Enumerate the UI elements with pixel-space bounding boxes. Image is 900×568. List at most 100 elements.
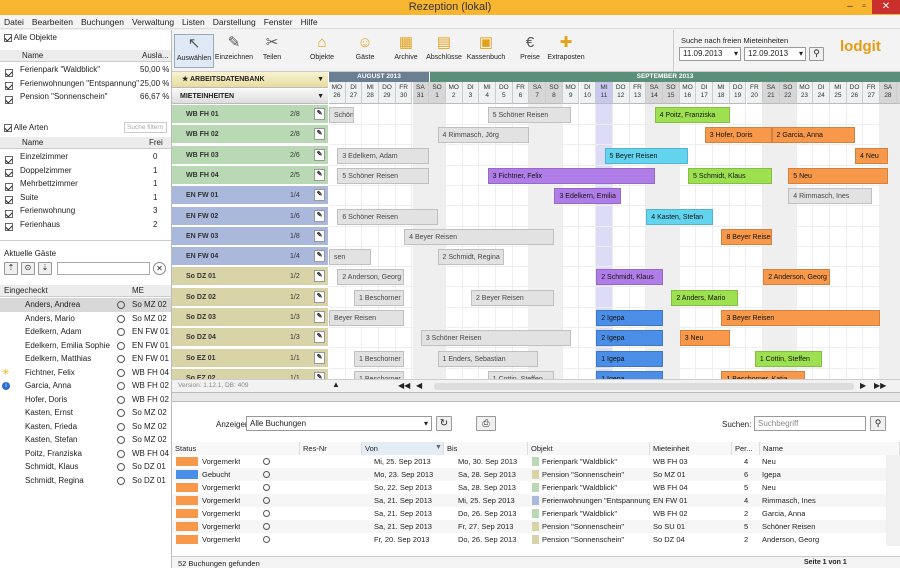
booking-bar[interactable]: 2 Anderson, Georg [337,269,405,286]
unit-row[interactable]: So DZ 01 1/2 ✎ [172,267,328,287]
menu-item-6[interactable]: Fenster [260,15,297,29]
unit-row[interactable]: WB FH 03 2/6 ✎ [172,145,328,165]
toolbar-button-0[interactable]: ↖ Auswählen [174,34,214,68]
unit-edit-icon[interactable]: ✎ [314,290,325,303]
menu-item-0[interactable]: Datei [0,15,28,29]
guest-row[interactable]: Schmidt, Klaus So DZ 01 [0,460,171,474]
booking-bar[interactable]: Schöner Reisen [329,107,355,123]
toolbar-button-5[interactable]: ▦ Archive [386,34,426,61]
object-row[interactable]: Pension "Sonnenschein" 66,67 % [0,90,171,104]
table-row[interactable]: Vorgemerkt Sa, 21. Sep 2013 Do, 26. Sep 20… [172,507,886,520]
table-row[interactable]: Gebucht Mo, 23. Sep 2013 Sa, 28. Sep 2013 P… [172,468,886,481]
unit-edit-icon[interactable]: ✎ [314,168,325,181]
guest-row[interactable]: Kasten, Stefan So MZ 02 [0,433,171,447]
booking-bar[interactable]: Beyer Reisen [329,310,405,326]
unit-row[interactable]: EN FW 01 1/4 ✎ [172,186,328,206]
maximize-button[interactable]: ▫ [857,0,871,14]
all-objects-checkbox[interactable] [4,33,12,42]
booking-bar[interactable]: 3 Schöner Reisen [420,330,572,347]
guest-status-icon[interactable] [117,341,125,350]
toolbar-button-9[interactable]: ✚ Extraposten [546,34,586,61]
menu-item-1[interactable]: Bearbeiten [28,15,77,29]
booking-bar[interactable]: 4 Rimmasch, Ines [788,188,872,205]
splitter[interactable] [172,392,900,402]
booking-bar[interactable]: 3 Hofer, Doris [704,127,772,144]
unit-row[interactable]: WB FH 02 2/8 ✎ [172,125,328,145]
guest-status-icon[interactable] [117,463,125,471]
unit-row[interactable]: WB FH 04 2/5 ✎ [172,165,328,185]
guest-row[interactable]: i Garcia, Anna WB FH 02 [0,379,171,393]
toolbar-button-2[interactable]: ✂ Teilen [252,34,292,61]
guest-search-input[interactable] [57,262,150,275]
booking-bar[interactable]: 5 Schöner Reisen [487,107,572,123]
all-objects-toggle[interactable]: Alle Objekte [4,33,57,44]
unit-edit-icon[interactable]: ✎ [314,270,325,283]
guest-status-icon[interactable] [117,409,125,417]
guest-status-icon[interactable] [117,422,125,431]
toolbar-button-3[interactable]: ⌂ Objekte [302,34,342,61]
type-row[interactable]: Doppelzimmer 1 [0,164,171,178]
booking-bar[interactable]: 2 Igepa [596,310,663,326]
print-button[interactable]: ⎙ [476,416,496,431]
booking-bar[interactable]: 1 Beschorner [354,289,405,306]
guest-row[interactable]: Schmidt, Regina So DZ 01 [0,474,171,488]
unit-edit-icon[interactable]: ✎ [314,351,325,364]
guest-row[interactable]: Anders, Andrea So MZ 02 [0,298,171,312]
zoom-slider-icon[interactable]: ▲ [332,380,340,389]
refresh-button[interactable]: ↻ [436,416,452,431]
type-row[interactable]: Mehrbettzimmer 1 [0,177,171,191]
booking-bar[interactable]: 3 Edelkern, Emilia [554,188,622,205]
column-header-4[interactable]: Objekt [528,442,650,455]
clear-search-icon[interactable]: ✕ [153,262,166,275]
booking-bar[interactable]: 8 Beyer Reisen [721,228,772,245]
unit-edit-icon[interactable]: ✎ [314,148,325,161]
booking-detail-icon[interactable] [263,510,270,517]
booking-filter-select[interactable]: Alle Buchungen ▾ [246,416,432,431]
unit-edit-icon[interactable]: ✎ [314,209,325,222]
date-from-field[interactable]: 11.09.2013 ▾ [679,47,741,61]
booking-bar[interactable]: 5 Neu [788,167,889,184]
guest-status-icon[interactable] [117,382,125,390]
table-row[interactable]: Vorgemerkt Sa, 21. Sep 2013 Mi, 25. Sep 20… [172,494,886,507]
booking-bar[interactable]: 4 Poitz, Franziska [654,107,730,123]
guest-row[interactable]: ✳ Fichtner, Felix WB FH 04 [0,366,171,380]
table-row[interactable]: Vorgemerkt Fr, 20. Sep 2013 Do, 26. Sep 20… [172,533,886,546]
column-header-5[interactable]: Mieteinheit [650,442,732,455]
booking-bar[interactable]: 4 Kasten, Stefan [646,208,714,225]
guest-status-icon[interactable] [117,328,125,336]
toolbar-button-8[interactable]: € Preise [510,34,550,61]
unit-edit-icon[interactable]: ✎ [314,189,325,202]
menu-item-2[interactable]: Buchungen [77,15,128,29]
column-header-6[interactable]: Per... [732,442,760,455]
unit-edit-icon[interactable]: ✎ [314,128,325,141]
booking-bar[interactable]: 2 Garcia, Anna [771,127,856,144]
column-header-0[interactable]: Status [172,442,300,455]
guest-row[interactable]: Poitz, Franziska WB FH 04 [0,447,171,461]
unit-row[interactable]: So DZ 04 1/3 ✎ [172,328,328,348]
guest-status-icon[interactable] [117,449,125,458]
horizontal-scrollbar[interactable] [434,383,854,390]
booking-bar[interactable]: 2 Igepa [596,330,663,347]
unit-edit-icon[interactable]: ✎ [314,311,325,323]
type-checkbox[interactable] [5,223,13,232]
menu-item-4[interactable]: Listen [178,15,209,29]
guest-status-icon[interactable] [117,314,125,323]
column-header-2[interactable]: Von [362,442,444,455]
object-checkbox[interactable] [5,95,13,104]
booking-bar[interactable]: 5 Schmidt, Klaus [688,167,772,184]
date-to-field[interactable]: 12.09.2013 ▾ [744,47,806,61]
minimize-button[interactable]: – [843,0,857,14]
booking-bar[interactable]: 2 Anderson, Georg [763,269,830,286]
unit-row[interactable]: WB FH 01 2/8 ✎ [172,105,328,124]
column-header-7[interactable]: Name [760,442,900,455]
column-header-1[interactable]: Res-Nr [300,442,362,455]
unit-edit-icon[interactable]: ✎ [314,331,325,344]
guest-row[interactable]: Edelkern, Emilia Sophie EN FW 01 [0,339,171,353]
object-row[interactable]: Ferienpark "Waldblick" 50,00 % [0,63,171,77]
unit-row[interactable]: So DZ 03 1/3 ✎ [172,308,328,327]
unit-edit-icon[interactable]: ✎ [314,250,325,263]
booking-bar[interactable]: 3 Fichtner, Felix [487,167,655,184]
booking-bar[interactable]: sen [329,249,371,266]
booking-detail-icon[interactable] [263,536,270,543]
booking-bar[interactable]: 3 Neu [679,330,730,347]
